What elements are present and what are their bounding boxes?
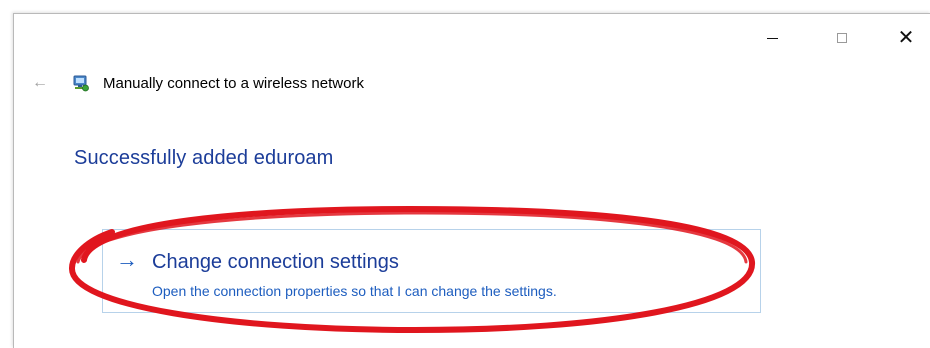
minimize-button[interactable] bbox=[758, 26, 786, 50]
arrow-right-icon: → bbox=[116, 247, 138, 272]
dialog-header-title: Manually connect to a wireless network bbox=[103, 75, 364, 92]
command-link-description: Open the connection properties so that I… bbox=[152, 283, 557, 299]
minimize-icon bbox=[766, 38, 778, 39]
change-connection-settings-link[interactable]: → Change connection settings Open the co… bbox=[102, 229, 761, 313]
maximize-icon bbox=[837, 33, 847, 43]
background-window-strip bbox=[0, 0, 930, 14]
command-link-title: Change connection settings bbox=[152, 251, 399, 273]
wireless-network-icon bbox=[73, 75, 89, 92]
close-button[interactable]: ✕ bbox=[892, 26, 920, 50]
close-icon: ✕ bbox=[897, 27, 915, 49]
maximize-button[interactable] bbox=[828, 26, 856, 50]
back-button[interactable]: ← bbox=[32, 74, 48, 92]
success-message: Successfully added eduroam bbox=[74, 147, 334, 169]
wireless-network-dialog: ✕ ← Manually connect to a wireless netwo… bbox=[13, 13, 930, 348]
